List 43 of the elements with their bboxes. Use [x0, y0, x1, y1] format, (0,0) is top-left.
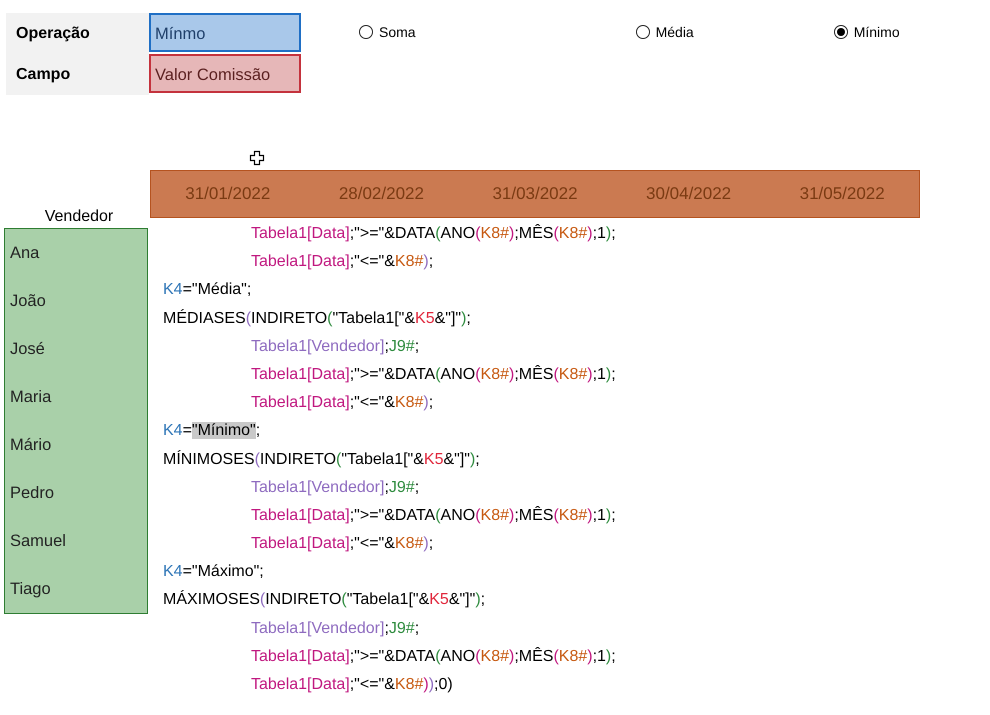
formula-line: MÉDIASES(INDIRETO("Tabela1["&K5&"]"); [163, 308, 472, 329]
formula-line: Tabela1[Data];"<="&K8#); [250, 534, 434, 554]
formula-line: Tabela1[Data];">="&DATA(ANO(K8#);MÊS(K8#);1); [250, 646, 616, 667]
radio-option[interactable]: Média [636, 21, 694, 43]
date-label: 31/05/2022 [800, 184, 885, 204]
column-header: Vendedor [44, 207, 114, 227]
radio-option[interactable]: Soma [359, 21, 416, 43]
vendor-name: Maria [9, 387, 52, 408]
cell-field[interactable]: Valor Comissão [149, 54, 301, 93]
formula-line: MÍNIMOSES(INDIRETO("Tabela1["&K5&"]"); [163, 449, 481, 470]
formula-line: MÁXIMOSES(INDIRETO("Tabela1["&K5&"]"); [163, 589, 486, 610]
date-label: 30/04/2022 [646, 184, 732, 204]
formula-line: K4="Média"; [163, 280, 252, 300]
vendor-name: José [9, 339, 46, 360]
vendor-name: Samuel [9, 531, 67, 552]
formula-line: Tabela1[Data];"<="&K8#));0) [250, 675, 454, 695]
formula-line: K4="Mínimo"; [163, 421, 262, 442]
formula-line: Tabela1[Vendedor];J9#; [250, 336, 420, 357]
field-label: Campo [15, 65, 72, 85]
date-label: 31/03/2022 [492, 184, 578, 204]
radio-icon[interactable] [834, 25, 848, 39]
radio-option[interactable]: Mínimo [834, 21, 900, 43]
formula-line: Tabela1[Data];"<="&K8#); [250, 252, 434, 272]
vendor-name: Ana [9, 243, 40, 264]
vendor-name: Pedro [9, 483, 56, 504]
formula-line: Tabela1[Data];"<="&K8#); [250, 393, 434, 414]
radio-icon[interactable] [359, 25, 373, 39]
field-label: Operação [15, 24, 91, 44]
crosshair-cursor-icon [249, 150, 265, 166]
formula-line: Tabela1[Data];">="&DATA(ANO(K8#);MÊS(K8#);1); [250, 505, 616, 526]
cell-field[interactable]: Mínmo [149, 13, 301, 52]
vendor-name: João [9, 291, 47, 312]
formula-line: Tabela1[Vendedor];J9#; [250, 478, 420, 498]
formula-line: K4="Máximo"; [163, 562, 265, 582]
formula-line: Tabela1[Data];">="&DATA(ANO(K8#);MÊS(K8#);1); [250, 223, 616, 244]
formula-line: Tabela1[Vendedor];J9#; [250, 618, 420, 639]
date-label: 28/02/2022 [338, 184, 424, 204]
formula-line: Tabela1[Data];">="&DATA(ANO(K8#);MÊS(K8#);1); [250, 364, 616, 385]
vendor-name: Mário [9, 435, 52, 456]
vendor-name: Tiago [9, 579, 52, 600]
date-label: 31/01/2022 [185, 184, 270, 204]
vendor-range[interactable]: Ana João José Maria Mário Pedro Samuel Tiago [4, 228, 148, 614]
radio-icon[interactable] [636, 25, 650, 39]
